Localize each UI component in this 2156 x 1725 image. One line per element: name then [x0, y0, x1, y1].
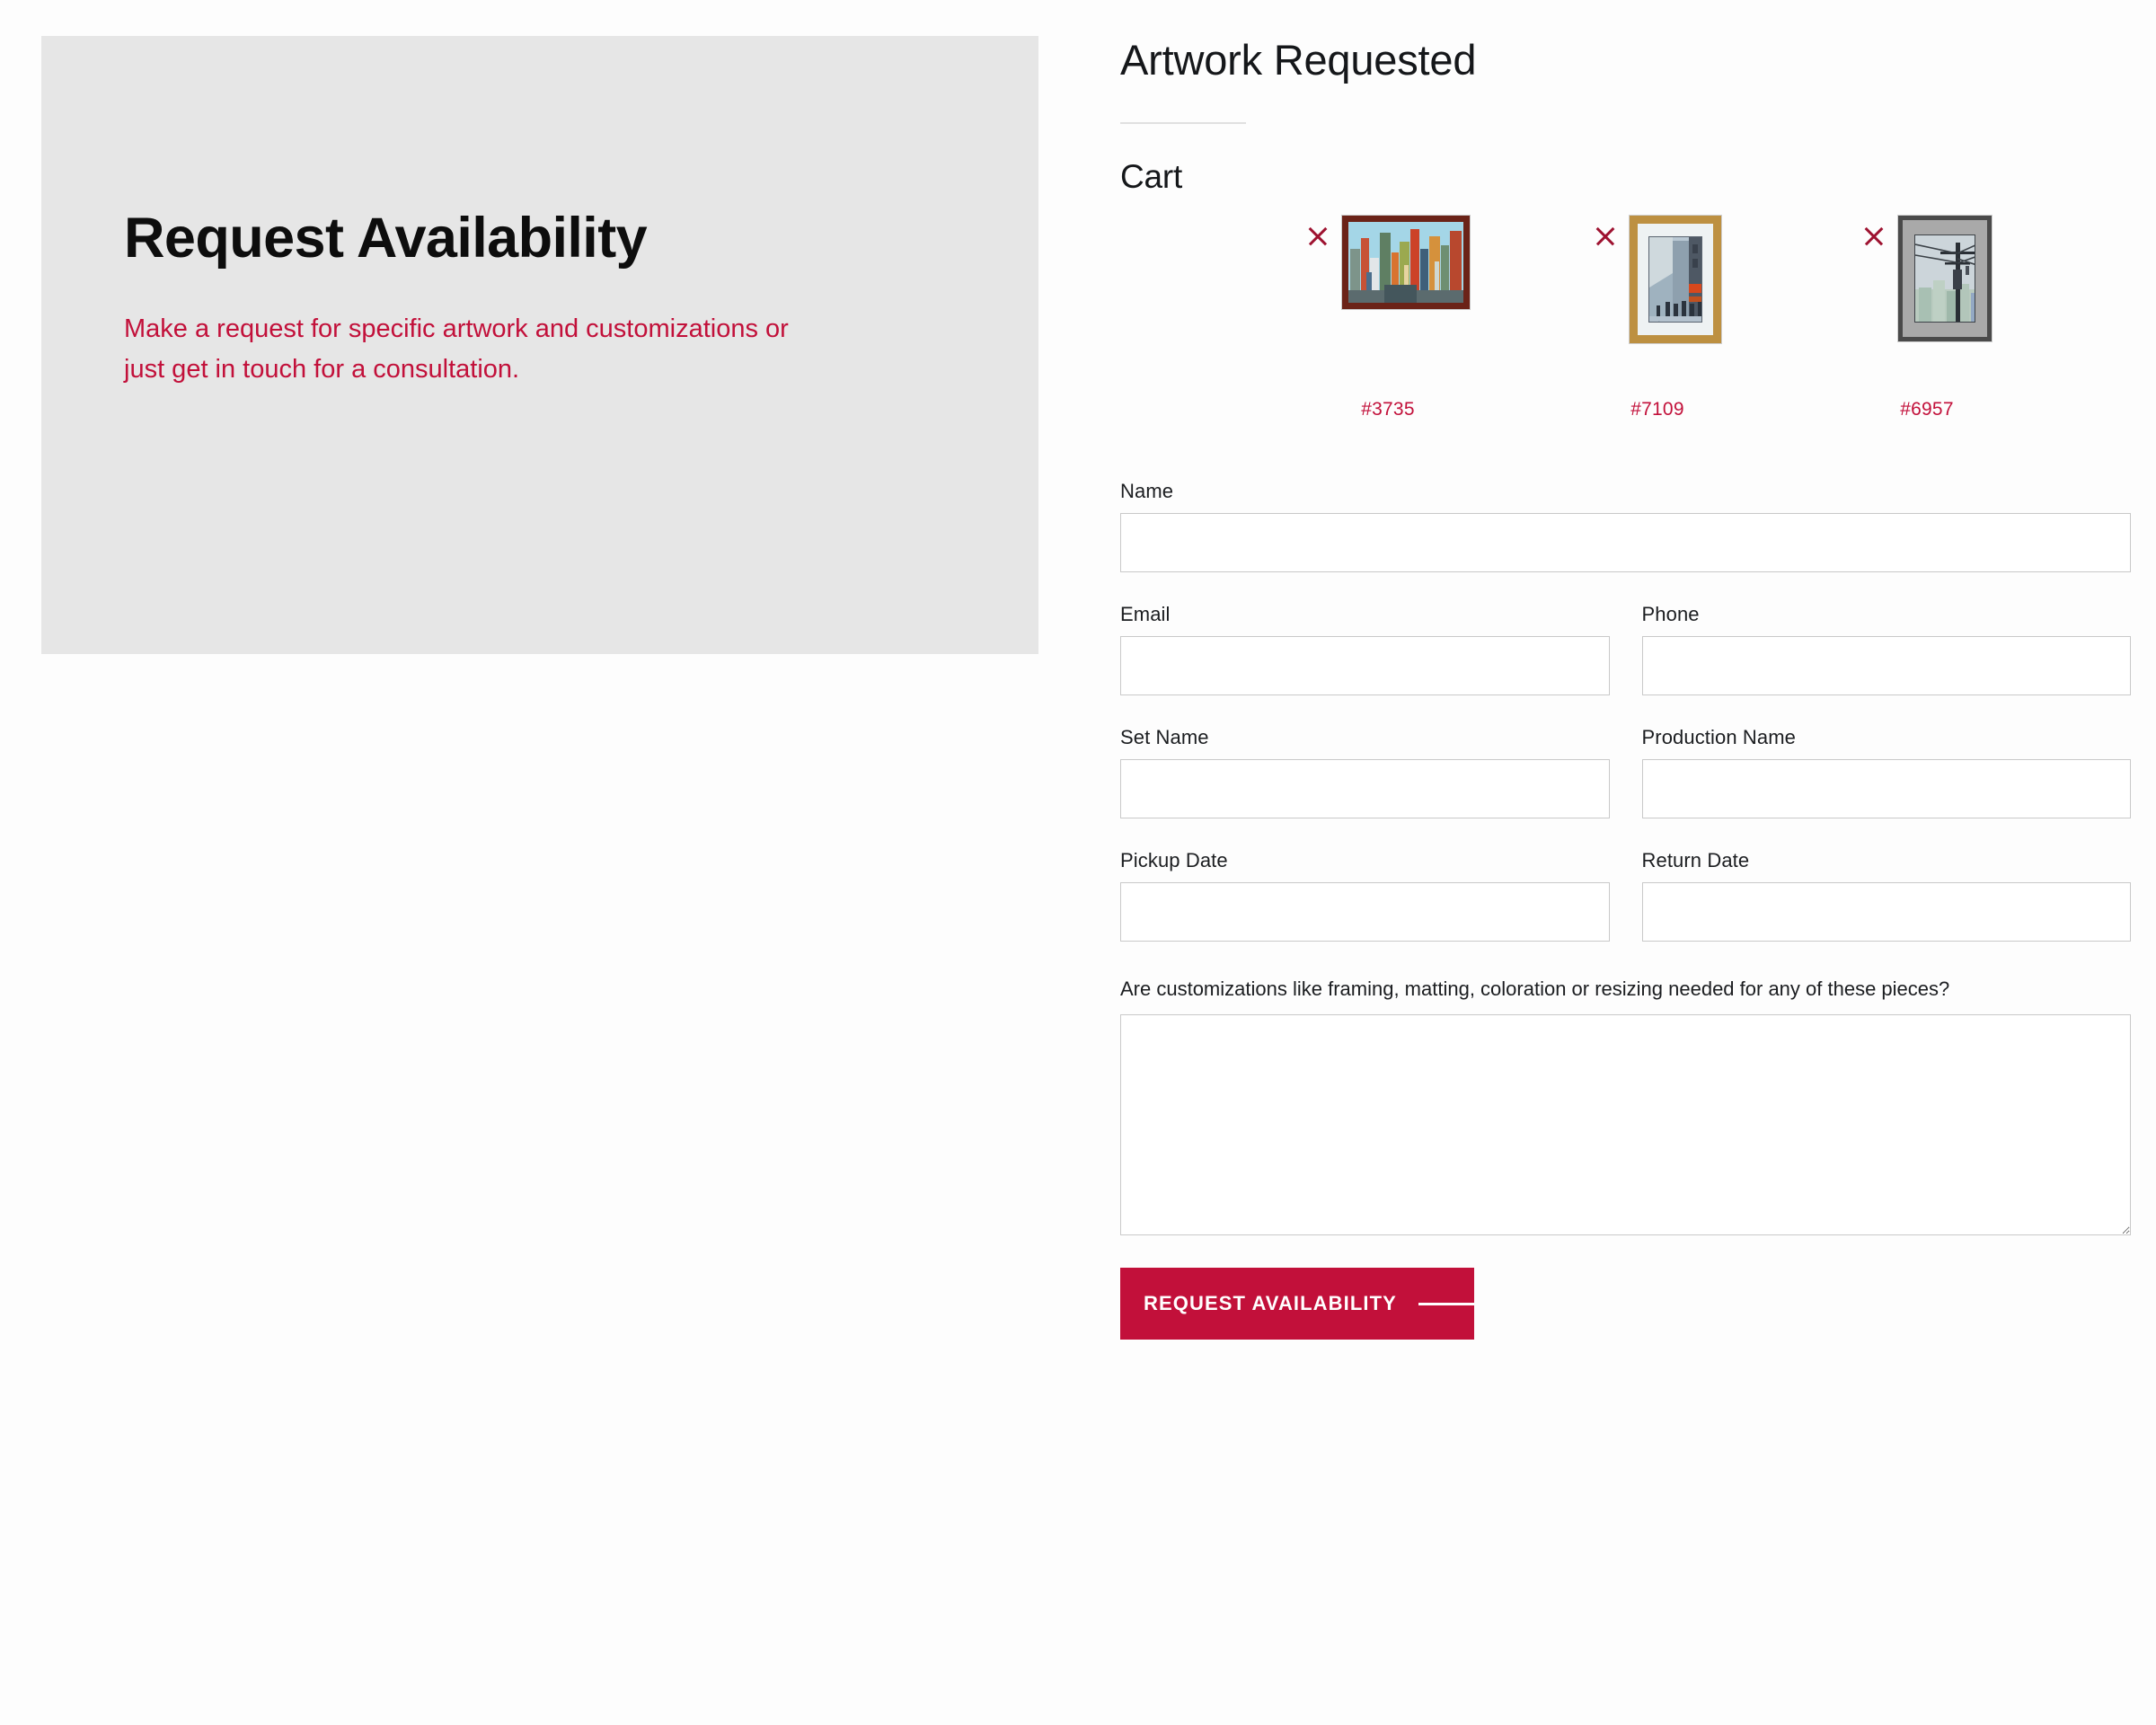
- row-email-phone: Email Phone: [1120, 603, 2131, 696]
- field-name: Name: [1120, 480, 2131, 573]
- phone-input[interactable]: [1641, 636, 2131, 696]
- cart-item-top: [1523, 216, 1792, 386]
- submit-button-label: REQUEST AVAILABILITY: [1144, 1292, 1397, 1315]
- page-title: Request Availability: [124, 207, 648, 270]
- return-date-input[interactable]: [1641, 882, 2131, 942]
- field-return-date: Return Date: [1641, 849, 2131, 942]
- title-divider: [1120, 122, 1246, 125]
- hero-panel: Request Availability Make a request for …: [41, 36, 1038, 654]
- artwork-image-6957: [1898, 216, 1992, 342]
- name-input[interactable]: [1120, 513, 2131, 573]
- artwork-image-7109: [1630, 216, 1721, 344]
- arrow-right-icon: [1418, 1302, 1474, 1305]
- field-phone: Phone: [1641, 603, 2131, 696]
- close-icon[interactable]: [1862, 225, 1886, 248]
- phone-label: Phone: [1641, 603, 1700, 626]
- cart-item-top: [1792, 216, 2062, 386]
- request-availability-button[interactable]: REQUEST AVAILABILITY: [1120, 1268, 1474, 1340]
- production-name-input[interactable]: [1641, 759, 2131, 819]
- customizations-label: Are customizations like framing, matting…: [1120, 978, 1950, 1001]
- artwork-thumbnail[interactable]: [1898, 216, 1992, 342]
- artwork-image-3735: [1342, 216, 1470, 310]
- cart-item: #3735: [1253, 216, 1523, 420]
- request-form: Name Email Phone Set Name Production Nam…: [1120, 480, 2131, 1340]
- email-input[interactable]: [1120, 636, 1610, 696]
- hero-subtitle: Make a request for specific artwork and …: [124, 314, 789, 384]
- set-name-label: Set Name: [1120, 726, 1209, 749]
- cart-item: #7109: [1523, 216, 1792, 420]
- cart-items-list: #3735 #7109 #6957: [1120, 216, 2131, 420]
- field-email: Email: [1120, 603, 1610, 696]
- request-form-panel: Artwork Requested Cart #3735 #7109 #6957…: [1120, 0, 2131, 1725]
- artwork-id-label: #7109: [1630, 399, 1684, 420]
- artwork-thumbnail[interactable]: [1630, 216, 1721, 344]
- artwork-thumbnail[interactable]: [1342, 216, 1470, 310]
- cart-item: #6957: [1792, 216, 2062, 420]
- email-label: Email: [1120, 603, 1171, 626]
- production-name-label: Production Name: [1641, 726, 1796, 749]
- row-set-production: Set Name Production Name: [1120, 726, 2131, 819]
- artwork-id-label: #6957: [1900, 399, 1954, 420]
- field-customizations: Are customizations like framing, matting…: [1120, 974, 2131, 1236]
- customizations-textarea[interactable]: [1120, 1014, 2131, 1236]
- set-name-input[interactable]: [1120, 759, 1610, 819]
- field-set-name: Set Name: [1120, 726, 1610, 819]
- return-date-label: Return Date: [1641, 849, 1750, 872]
- field-production-name: Production Name: [1641, 726, 2131, 819]
- row-pickup-return: Pickup Date Return Date: [1120, 849, 2131, 942]
- name-label: Name: [1120, 480, 1174, 503]
- artwork-id-label: #3735: [1361, 399, 1415, 420]
- close-icon[interactable]: [1594, 225, 1617, 248]
- section-title-cart: Cart: [1120, 158, 1183, 196]
- section-title-artwork-requested: Artwork Requested: [1120, 36, 1477, 84]
- cart-item-top: [1253, 216, 1523, 386]
- field-pickup-date: Pickup Date: [1120, 849, 1610, 942]
- hero-content: Request Availability Make a request for …: [124, 208, 807, 389]
- pickup-date-label: Pickup Date: [1120, 849, 1228, 872]
- close-icon[interactable]: [1306, 225, 1330, 248]
- pickup-date-input[interactable]: [1120, 882, 1610, 942]
